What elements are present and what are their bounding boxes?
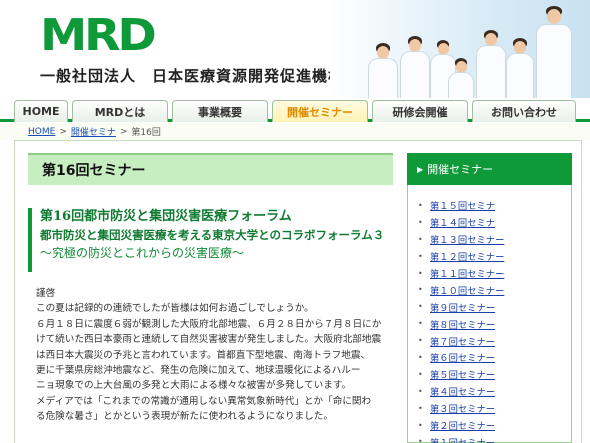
bullet-icon: • xyxy=(418,217,423,227)
sidebar-item-seminar-9[interactable]: • 第９回セミナー xyxy=(418,298,568,315)
sidebar-item-label[interactable]: 第１４回セミナ xyxy=(430,215,495,229)
bullet-icon: • xyxy=(418,234,423,244)
sidebar-item-label[interactable]: 第１２回セミナー xyxy=(430,249,504,263)
body-line: メディアでは「これまでの常識が通用しない異常気象新時代」とか「命に関わ xyxy=(36,395,372,407)
sidebar-item-seminar-4[interactable]: • 第４回セミナー xyxy=(418,383,568,400)
sidebar-item-seminar-8[interactable]: • 第８回セミナー xyxy=(418,315,568,332)
sidebar-item-label[interactable]: 第１回セミナー xyxy=(430,435,495,443)
sidebar-item-label[interactable]: 第９回セミナー xyxy=(430,300,495,314)
bullet-icon: • xyxy=(418,386,423,396)
bullet-icon: • xyxy=(418,319,423,329)
body-line: 謹啓 xyxy=(36,288,56,299)
seminar-list: • 第１５回セミナ • 第１４回セミナ • 第１３回セミナー • 第１２回セミナー • 第… xyxy=(418,197,568,443)
breadcrumb-current: 第16回 xyxy=(131,128,161,138)
bullet-icon: • xyxy=(418,268,423,278)
sidebar-item-label[interactable]: 第１３回セミナー xyxy=(430,232,504,246)
sidebar-item-seminar-1[interactable]: • 第１回セミナー xyxy=(418,433,568,443)
bullet-icon: • xyxy=(418,200,423,210)
forum-tagline: ～究極の防災とこれからの災害医療～ xyxy=(40,246,245,260)
bullet-icon: • xyxy=(418,420,423,430)
bullet-icon: • xyxy=(418,369,423,379)
sidebar-item-label[interactable]: 第６回セミナー xyxy=(430,350,495,364)
sidebar-item-seminar-11[interactable]: • 第１１回セミナー xyxy=(418,265,568,282)
bullet-icon: • xyxy=(418,285,423,295)
body-line: る危険な暑さ」とかという表現が新たに使われるようになりました。 xyxy=(36,411,333,423)
triangle-right-icon: ▶ xyxy=(417,164,424,174)
sidebar-item-label[interactable]: 第８回セミナー xyxy=(430,317,495,331)
breadcrumb-separator: > xyxy=(59,126,67,137)
site-logo[interactable]: MRD xyxy=(40,14,157,58)
header-staff-photo xyxy=(330,0,590,98)
bullet-icon: • xyxy=(418,336,423,346)
body-line: 更に千葉県房総沖地震など、発生の危険に加えて、地球温暖化によるハルー xyxy=(36,365,361,377)
organization-name: 一般社団法人 日本医療資源開発促進機構 xyxy=(40,67,345,85)
sidebar-item-label[interactable]: 第１１回セミナー xyxy=(430,266,504,280)
sidebar-item-seminar-2[interactable]: • 第２回セミナー xyxy=(418,417,568,434)
sidebar-item-label[interactable]: 第３回セミナー xyxy=(430,401,495,415)
forum-title: 第16回都市防災と集団災害医療フォーラム xyxy=(40,209,292,224)
forum-subtitle: 都市防災と集団災害医療を考える東京大学とのコラボフォーラム３ xyxy=(40,228,385,242)
breadcrumb-seminars[interactable]: 開催セミナ xyxy=(71,125,116,138)
sidebar-item-seminar-15[interactable]: • 第１５回セミナ xyxy=(418,197,568,214)
body-line: この夏は記録的の連続でしたが皆様は如何お過ごしでしょうか。 xyxy=(36,303,314,315)
breadcrumb-home[interactable]: HOME xyxy=(28,127,55,137)
sidebar-item-label[interactable]: 第２回セミナー xyxy=(430,418,495,432)
body-line: ６月１８日に震度６弱が観測した大阪府北部地震、６月２８日から７月８日にか xyxy=(36,318,382,330)
body-line: は西日本大震災の予兆と言われています。首都直下型地震、南海トラフ地震、 xyxy=(36,349,371,361)
sidebar-item-seminar-14[interactable]: • 第１４回セミナ xyxy=(418,214,568,231)
staff-figure xyxy=(476,30,506,98)
nav-training[interactable]: 研修会開催 xyxy=(372,100,468,122)
body-line: ニョ現象での上大台風の多発と大雨による様々な被害が多発しています。 xyxy=(36,380,352,392)
bullet-icon: • xyxy=(418,352,423,362)
sidebar-heading-label: 開催セミナー xyxy=(427,163,494,176)
sidebar-item-seminar-12[interactable]: • 第１２回セミナー xyxy=(418,248,568,265)
page-title: 第16回セミナー xyxy=(28,153,393,185)
sidebar-heading: ▶ 開催セミナー xyxy=(407,153,572,185)
sidebar-item-seminar-6[interactable]: • 第６回セミナー xyxy=(418,349,568,366)
breadcrumb-separator: > xyxy=(119,126,128,137)
breadcrumb: HOME > 開催セミナ > 第16回 xyxy=(0,123,590,140)
staff-figure xyxy=(536,6,572,98)
forum-heading: 第16回都市防災と集団災害医療フォーラム 都市防災と集団災害医療を考える東京大学… xyxy=(28,208,393,272)
sidebar-item-label[interactable]: 第５回セミナー xyxy=(430,367,495,381)
global-nav: HOME MRDとは 事業概要 開催セミナー 研修会開催 お問い合わせ xyxy=(0,98,590,122)
sidebar-item-label[interactable]: 第７回セミナー xyxy=(430,334,495,348)
site-header: MRD 一般社団法人 日本医療資源開発促進機構 xyxy=(0,0,590,98)
nav-contact[interactable]: お問い合わせ xyxy=(472,100,576,122)
article-body: 謹啓 この夏は記録的の連続でしたが皆様は如何お過ごしでしょうか。 ６月１８日に震… xyxy=(36,286,386,425)
sidebar-item-seminar-3[interactable]: • 第３回セミナー xyxy=(418,400,568,417)
staff-figure xyxy=(448,58,474,98)
sidebar-item-label[interactable]: 第１０回セミナー xyxy=(430,283,504,297)
nav-about[interactable]: MRDとは xyxy=(72,100,168,122)
staff-figure xyxy=(400,36,430,98)
sidebar-item-label[interactable]: 第１５回セミナ xyxy=(430,198,495,212)
sidebar-item-seminar-7[interactable]: • 第７回セミナー xyxy=(418,332,568,349)
sidebar-item-label[interactable]: 第４回セミナー xyxy=(430,384,495,398)
sidebar-item-seminar-10[interactable]: • 第１０回セミナー xyxy=(418,281,568,298)
body-line: けて続いた西日本豪雨と連続して自然災害被害が発生しました。大阪府北部地震 xyxy=(36,334,382,346)
staff-figure xyxy=(368,43,398,98)
staff-figure xyxy=(506,38,534,98)
bullet-icon: • xyxy=(418,251,423,261)
nav-business[interactable]: 事業概要 xyxy=(172,100,268,122)
bullet-icon: • xyxy=(418,437,423,443)
bullet-icon: • xyxy=(418,403,423,413)
nav-home[interactable]: HOME xyxy=(14,100,68,122)
nav-seminars[interactable]: 開催セミナー xyxy=(272,100,368,122)
bullet-icon: • xyxy=(418,302,423,312)
sidebar-item-seminar-13[interactable]: • 第１３回セミナー xyxy=(418,231,568,248)
sidebar-item-seminar-5[interactable]: • 第５回セミナー xyxy=(418,366,568,383)
